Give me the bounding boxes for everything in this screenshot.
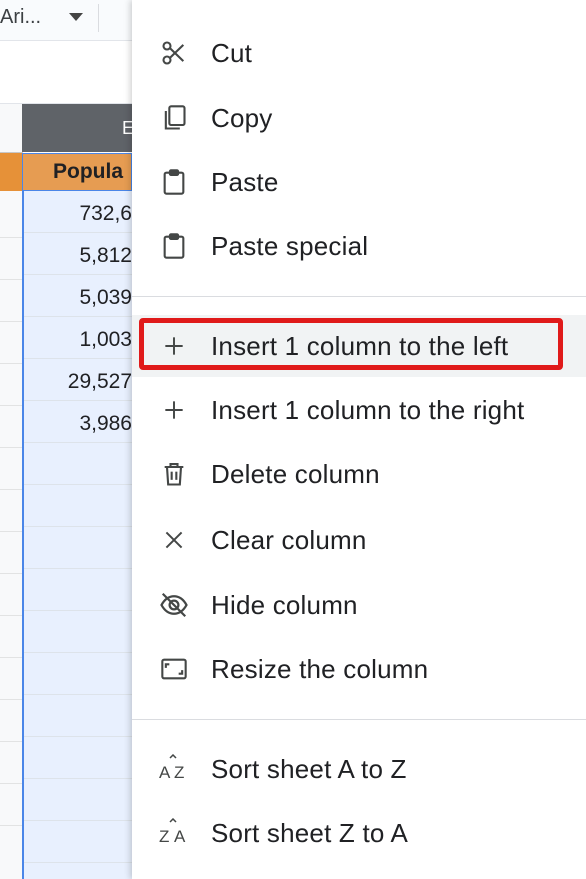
- row-divider: [0, 363, 22, 364]
- table-cell[interactable]: 1,003: [24, 321, 132, 359]
- plus-icon: [158, 394, 190, 426]
- sort-a-z-icon: A Z: [158, 753, 190, 785]
- svg-text:A: A: [174, 827, 186, 846]
- menu-item-label: Insert 1 column to the right: [211, 394, 525, 425]
- table-cell[interactable]: 5,039: [24, 279, 132, 317]
- svg-text:Z: Z: [174, 763, 184, 782]
- menu-item-label: Delete column: [211, 458, 380, 489]
- menu-item-sort-a-z[interactable]: A Z Sort sheet A to Z: [132, 738, 586, 800]
- menu-item-label: Paste: [211, 166, 279, 197]
- clipboard-icon: [158, 166, 190, 198]
- row-divider: [0, 699, 22, 700]
- table-cell[interactable]: [24, 657, 132, 695]
- header-cell-left[interactable]: [0, 153, 22, 191]
- table-cell[interactable]: [24, 741, 132, 779]
- row-divider: [0, 279, 22, 280]
- menu-item-label: Hide column: [211, 589, 358, 620]
- svg-text:Z: Z: [159, 827, 169, 846]
- row-divider: [0, 573, 22, 574]
- table-cell[interactable]: [24, 699, 132, 737]
- font-family-select[interactable]: Ari...: [0, 0, 84, 34]
- plus-icon: [158, 330, 190, 362]
- table-cell[interactable]: [24, 825, 132, 863]
- menu-item-resize-column[interactable]: Resize the column: [132, 638, 586, 700]
- toolbar-divider: [98, 4, 99, 32]
- table-cell[interactable]: 5,812: [24, 237, 132, 275]
- row-header-gutter: [0, 104, 23, 879]
- row-divider: [0, 405, 22, 406]
- menu-item-label: Cut: [211, 37, 253, 68]
- row-divider: [0, 237, 22, 238]
- eye-off-icon: [158, 589, 190, 621]
- table-cell[interactable]: [24, 489, 132, 527]
- table-cell[interactable]: 3,986: [24, 405, 132, 443]
- column-header-e[interactable]: E: [22, 104, 134, 152]
- menu-divider: [132, 296, 586, 297]
- row-divider: [0, 615, 22, 616]
- menu-item-label: Resize the column: [211, 653, 429, 684]
- resize-icon: [158, 653, 190, 685]
- menu-item-delete-column[interactable]: Delete column: [132, 443, 586, 505]
- menu-item-insert-column-left[interactable]: Insert 1 column to the left: [132, 315, 586, 377]
- menu-item-sort-z-a[interactable]: Z A Sort sheet Z to A: [132, 802, 586, 864]
- menu-item-paste[interactable]: Paste: [132, 151, 586, 213]
- table-cell[interactable]: [24, 573, 132, 611]
- table-cell[interactable]: 732,6: [24, 195, 132, 233]
- font-family-label: Ari...: [0, 5, 42, 28]
- clipboard-icon: [158, 230, 190, 262]
- menu-item-label: Clear column: [211, 524, 367, 555]
- table-cell[interactable]: [24, 615, 132, 653]
- menu-item-label: Paste special: [211, 230, 369, 261]
- menu-item-label: Copy: [211, 102, 273, 133]
- menu-item-copy[interactable]: Copy: [132, 87, 586, 149]
- row-divider: [0, 657, 22, 658]
- x-icon: [158, 524, 190, 556]
- context-menu: Cut Copy Paste Paste special Insert 1 co…: [132, 0, 586, 879]
- menu-item-label: Sort sheet Z to A: [211, 817, 409, 848]
- row-divider: [0, 447, 22, 448]
- menu-item-label: Insert 1 column to the left: [211, 330, 509, 361]
- chevron-down-icon: [69, 13, 84, 21]
- copy-icon: [158, 102, 190, 134]
- row-divider: [0, 531, 22, 532]
- table-cell[interactable]: [24, 447, 132, 485]
- menu-item-cut[interactable]: Cut: [132, 22, 586, 84]
- table-cell[interactable]: [24, 531, 132, 569]
- row-divider: [0, 321, 22, 322]
- menu-item-insert-column-right[interactable]: Insert 1 column to the right: [132, 379, 586, 441]
- row-divider: [0, 489, 22, 490]
- row-divider: [0, 783, 22, 784]
- row-divider: [0, 825, 22, 826]
- trash-icon: [158, 458, 190, 490]
- column-header-d[interactable]: [0, 104, 23, 153]
- menu-item-label: Sort sheet A to Z: [211, 753, 407, 784]
- header-cell[interactable]: Popula: [22, 153, 132, 191]
- sort-z-a-icon: Z A: [158, 817, 190, 849]
- table-cell[interactable]: 29,527: [24, 363, 132, 401]
- menu-item-clear-column[interactable]: Clear column: [132, 509, 586, 571]
- scissors-icon: [158, 37, 190, 69]
- table-cell[interactable]: [24, 783, 132, 821]
- menu-item-hide-column[interactable]: Hide column: [132, 574, 586, 636]
- svg-text:A: A: [159, 763, 171, 782]
- row-divider: [0, 741, 22, 742]
- menu-item-paste-special[interactable]: Paste special: [132, 215, 586, 277]
- menu-divider: [132, 719, 586, 720]
